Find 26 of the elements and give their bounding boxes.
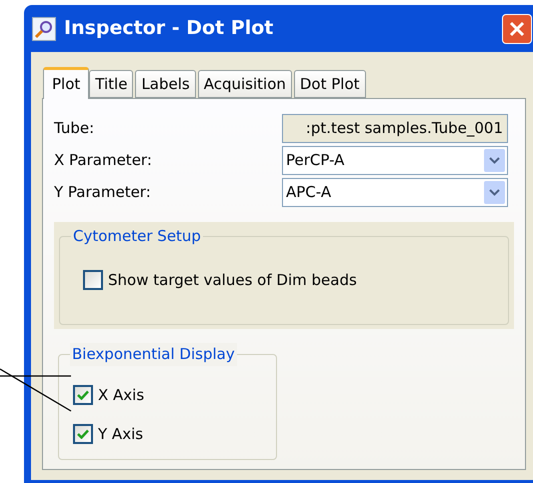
tab[interactable]: Acquisition [198, 70, 292, 98]
check-icon [77, 428, 89, 439]
field-label: Tube: [54, 118, 96, 140]
chevron-down-icon [484, 181, 505, 204]
checkbox[interactable] [83, 270, 103, 290]
parameter-dropdown[interactable]: APC-A [282, 178, 508, 207]
checkbox-label: Y Axis [98, 424, 144, 444]
check-icon [77, 390, 89, 400]
field-label: Y Parameter: [54, 182, 152, 204]
parameter-dropdown[interactable]: PerCP-A [282, 146, 508, 175]
field-label: X Parameter: [54, 150, 153, 172]
tab[interactable]: Plot [43, 67, 90, 99]
close-button[interactable] [502, 14, 532, 44]
window-title: Inspector - Dot Plot [64, 16, 274, 42]
tube-field: :pt.test samples.Tube_001 [282, 114, 508, 143]
checkbox-label: X Axis [98, 385, 144, 406]
tab[interactable]: Dot Plot [294, 70, 366, 98]
checkbox-label: Show target values of Dim beads [108, 270, 357, 291]
tab[interactable]: Labels [135, 70, 196, 98]
group-title: Biexponential Display [70, 343, 237, 366]
chevron-down-icon [484, 149, 505, 172]
tab[interactable]: Title [89, 70, 134, 98]
close-icon [509, 20, 525, 36]
checkbox[interactable] [73, 385, 93, 406]
checkbox[interactable] [73, 424, 93, 444]
magnifier-icon [32, 16, 56, 40]
